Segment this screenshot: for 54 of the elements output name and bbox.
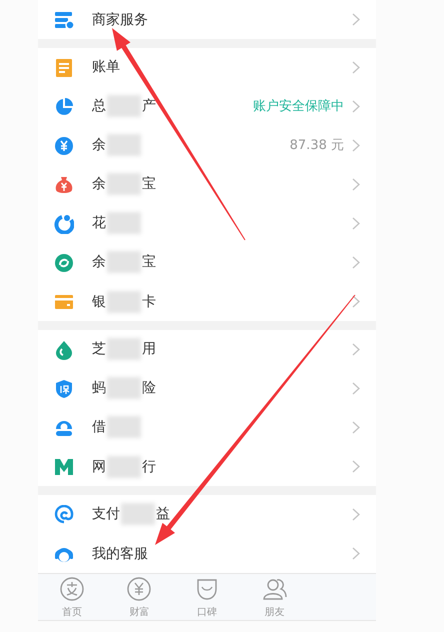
list-row[interactable]: 花 bbox=[38, 204, 376, 243]
list-row[interactable]: 余 宝 bbox=[38, 243, 376, 282]
chevron-icon bbox=[352, 216, 360, 230]
row-label: 我的客服 bbox=[92, 544, 148, 562]
row-label: 网 bbox=[92, 458, 106, 476]
row-label: 余 bbox=[92, 136, 106, 154]
tab-icon bbox=[58, 576, 85, 602]
amount-text: 87.38 元 bbox=[290, 137, 344, 154]
list-row[interactable]: 银 卡 bbox=[38, 282, 376, 321]
chevron-icon bbox=[352, 100, 360, 112]
chevron-icon bbox=[352, 547, 360, 560]
row-label: 商家服务 bbox=[92, 10, 148, 28]
row-label: 卡 bbox=[142, 292, 156, 310]
list-row[interactable]: 支付 益 bbox=[38, 495, 376, 534]
row-label: 支付 bbox=[92, 505, 120, 523]
list-row[interactable]: 蚂 险 bbox=[38, 369, 376, 408]
list-row[interactable]: 商家服务 bbox=[38, 0, 376, 39]
chevron-icon bbox=[352, 178, 360, 190]
row-label: 宝 bbox=[142, 253, 156, 271]
row-label: 益 bbox=[156, 505, 170, 523]
chevron-icon bbox=[352, 342, 360, 356]
chevron-icon bbox=[352, 295, 360, 308]
row-label: 用 bbox=[142, 340, 156, 358]
tab-icon bbox=[126, 576, 152, 602]
row-label: 行 bbox=[142, 458, 156, 476]
row-label: 账单 bbox=[92, 58, 120, 76]
list-row[interactable]: 账单 bbox=[38, 48, 376, 87]
status-text: 账户安全保障中 bbox=[253, 98, 344, 115]
list-row[interactable]: 我的客服 bbox=[38, 534, 376, 573]
list-row[interactable]: 余 87.38 元 bbox=[38, 126, 376, 165]
row-label: 总 bbox=[92, 97, 106, 115]
list-row[interactable]: 借 bbox=[38, 408, 376, 447]
chevron-icon bbox=[352, 460, 360, 473]
row-label: 银 bbox=[92, 292, 106, 310]
chevron-icon bbox=[352, 256, 360, 268]
row-label: 险 bbox=[142, 379, 156, 397]
list-row[interactable]: 网 行 bbox=[38, 447, 376, 486]
row-label: 芝 bbox=[92, 340, 106, 358]
row-label: 余 bbox=[92, 175, 106, 193]
row-label: 产 bbox=[142, 97, 156, 115]
row-label: 蚂 bbox=[92, 379, 106, 397]
chevron-icon bbox=[352, 420, 360, 434]
chevron-icon bbox=[352, 13, 360, 26]
chevron-icon bbox=[352, 382, 360, 394]
row-label: 宝 bbox=[142, 175, 156, 193]
row-label: 借 bbox=[92, 418, 106, 436]
chevron-icon bbox=[352, 138, 360, 152]
row-label: 余 bbox=[92, 253, 106, 271]
list-row[interactable]: 余 宝 bbox=[38, 165, 376, 204]
chevron-icon bbox=[352, 60, 360, 74]
list-row[interactable]: 总 产 账户安全保障中 bbox=[38, 87, 376, 126]
chevron-icon bbox=[352, 508, 360, 520]
row-label: 花 bbox=[92, 214, 106, 232]
list-row[interactable]: 芝 用 bbox=[38, 330, 376, 369]
